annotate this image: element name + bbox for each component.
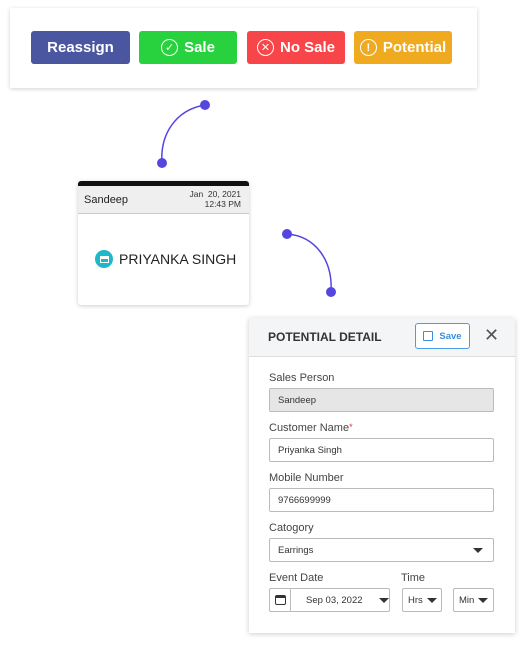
lead-card[interactable]: Sandeep Jan 20, 2021 12:43 PM PRIYANKA SI… [78, 181, 249, 305]
category-value: Earrings [278, 544, 314, 556]
customer-name-label: Customer Name* [269, 422, 353, 434]
card-sales-person: Sandeep [84, 194, 129, 206]
minutes-select[interactable]: Min [453, 588, 494, 612]
card-customer: PRIYANKA SINGH [95, 250, 236, 268]
customer-name-label-text: Customer Name [269, 422, 350, 434]
connector-line-2 [286, 233, 332, 293]
customer-name-input[interactable]: Priyanka Singh [269, 438, 494, 462]
mobile-number-input[interactable]: 9766699999 [269, 488, 494, 512]
panel-title: POTENTIAL DETAIL [268, 330, 382, 344]
customer-name-value: Priyanka Singh [278, 444, 342, 456]
save-label: Save [439, 330, 462, 342]
connector-line-1 [161, 104, 206, 164]
mobile-number-label: Mobile Number [269, 472, 344, 484]
sales-person-field: Sandeep [269, 388, 494, 412]
connector-dot [282, 229, 292, 239]
time-label: Time [401, 572, 426, 584]
hours-value: Hrs [408, 594, 423, 606]
event-date-label: Event Date [269, 572, 324, 584]
sales-person-label: Sales Person [269, 372, 335, 384]
store-icon [95, 250, 113, 268]
event-date-value: Sep 03, 2022 [306, 594, 363, 606]
category-label: Catogory [269, 522, 314, 534]
chevron-down-icon [426, 597, 437, 603]
sales-person-value: Sandeep [278, 394, 317, 406]
mobile-number-value: 9766699999 [278, 494, 331, 506]
calendar-icon[interactable] [270, 589, 291, 611]
close-icon[interactable]: ✕ [484, 325, 499, 346]
floppy-disk-icon [423, 331, 434, 341]
chevron-down-icon [378, 597, 389, 603]
connector-dot [326, 287, 336, 297]
category-select[interactable]: Earrings [269, 538, 494, 562]
required-mark: * [349, 422, 353, 432]
card-date: Jan 20, 2021 [189, 189, 241, 199]
card-time: 12:43 PM [204, 199, 241, 209]
connector-dot [157, 158, 167, 168]
connector-dot [200, 100, 210, 110]
panel-header: POTENTIAL DETAIL Save ✕ [249, 318, 515, 357]
card-customer-name: PRIYANKA SINGH [119, 251, 237, 267]
event-date-picker[interactable]: Sep 03, 2022 [269, 588, 390, 612]
potential-detail-panel: POTENTIAL DETAIL Save ✕ Sales Person San… [249, 318, 515, 633]
chevron-down-icon [478, 597, 489, 603]
chevron-down-icon [473, 547, 483, 553]
card-datetime: Jan 20, 2021 12:43 PM [189, 189, 241, 209]
card-header: Sandeep Jan 20, 2021 12:43 PM [78, 186, 249, 214]
minutes-value: Min [459, 594, 475, 606]
save-button[interactable]: Save [415, 323, 470, 349]
hours-select[interactable]: Hrs [402, 588, 442, 612]
